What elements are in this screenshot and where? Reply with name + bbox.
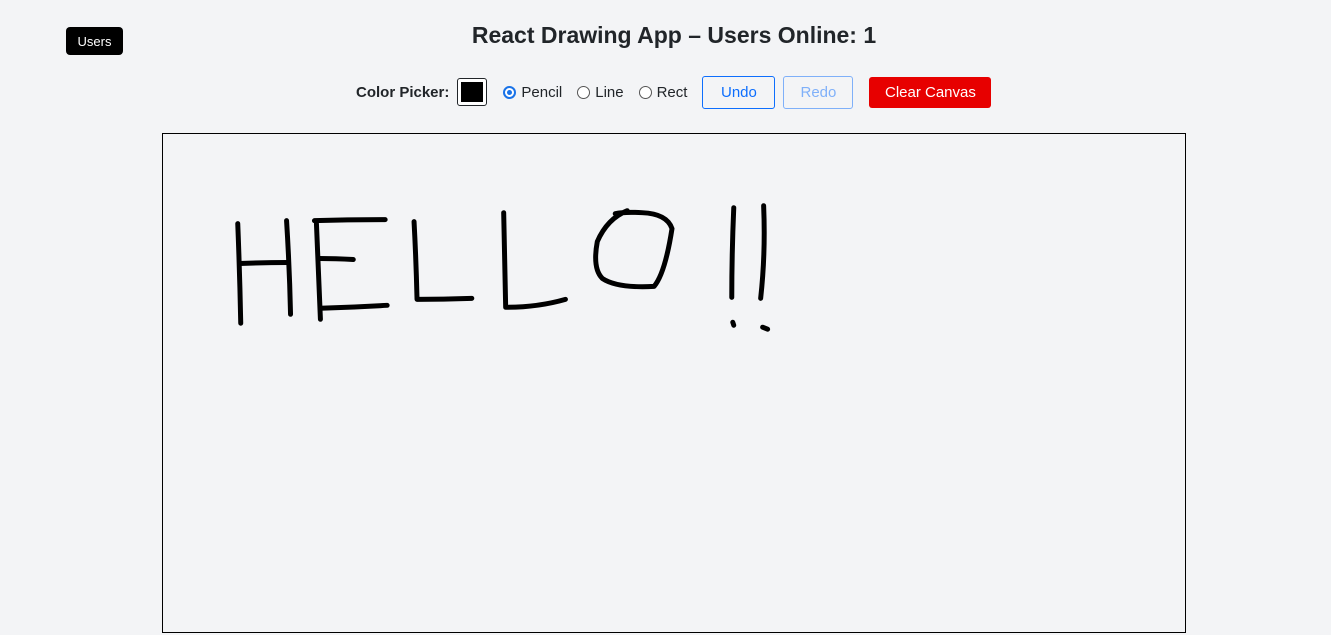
tool-label-pencil: Pencil [521,83,563,101]
stroke-e-spine [313,221,323,322]
stroke-e-top [311,217,388,224]
stroke-e-bottom [317,302,390,311]
color-picker-label: Color Picker: [356,83,450,101]
tool-label-line: Line [595,83,624,101]
tool-label-rect: Rect [656,83,688,101]
stroke-exclaim-dot2 [760,324,771,332]
stroke-o [593,208,675,290]
stroke-h-bar [237,259,292,266]
radio-unchecked-icon [638,85,652,99]
radio-checked-icon [503,85,517,99]
stroke-exclaim1 [729,205,737,300]
color-swatch-fill [461,82,484,102]
tool-radio-pencil[interactable]: Pencil [503,84,562,101]
stroke-exclaim2 [758,203,767,301]
toolbar: Color Picker: Pencil Line Rect Undo Redo… [356,75,992,109]
undo-button[interactable]: Undo [702,75,776,109]
tool-radio-line[interactable]: Line [577,83,624,101]
tool-radio-rect[interactable]: Rect [638,83,688,101]
page-title: React Drawing App – Users Online: 1 [471,22,877,48]
stroke-l2 [501,210,568,310]
stroke-exclaim-dot1 [730,319,737,328]
color-picker-input[interactable] [457,78,488,106]
stroke-l1 [411,219,475,302]
stroke-h-right [284,218,294,317]
stroke-h-left [235,221,244,326]
radio-unchecked-icon [577,85,591,99]
drawing-surface [235,203,771,332]
drawing-canvas[interactable] [162,133,1186,633]
clear-canvas-button[interactable]: Clear Canvas [869,76,992,108]
stroke-e-mid [316,256,356,262]
redo-button[interactable]: Redo [783,75,854,109]
